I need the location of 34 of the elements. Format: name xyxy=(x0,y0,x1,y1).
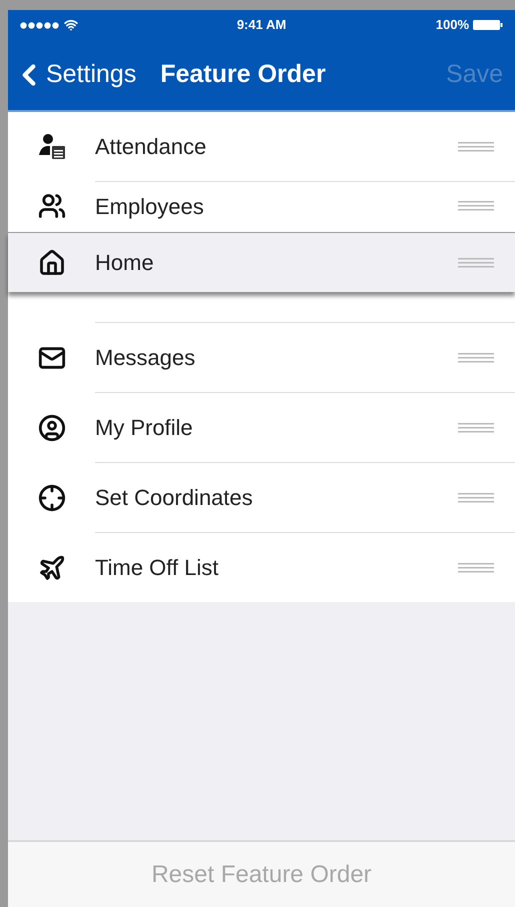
people-icon xyxy=(38,192,66,220)
drag-handle-icon[interactable] xyxy=(458,256,494,268)
profile-icon xyxy=(38,414,66,442)
battery-icon xyxy=(473,19,503,31)
feature-row[interactable]: Attendance xyxy=(8,112,515,181)
signal-icon xyxy=(20,22,60,28)
feature-row[interactable]: Time Off List xyxy=(8,533,515,602)
airplane-icon xyxy=(38,554,66,582)
feature-label: Set Coordinates xyxy=(95,484,254,512)
person-calendar-icon xyxy=(36,132,66,160)
drag-handle-icon[interactable] xyxy=(458,422,494,434)
feature-label: Messages xyxy=(95,344,196,372)
feature-label: Attendance xyxy=(95,133,208,161)
drag-handle-icon[interactable] xyxy=(458,200,494,212)
feature-row[interactable]: My Profile xyxy=(8,393,515,462)
feature-row[interactable]: Set Coordinates xyxy=(8,463,515,532)
drag-handle-icon[interactable] xyxy=(458,352,494,364)
house-icon xyxy=(38,248,66,276)
drag-handle-icon[interactable] xyxy=(458,562,494,574)
feature-label: Employees xyxy=(95,192,205,221)
feature-row[interactable]: Employees xyxy=(8,182,515,232)
feature-label: My Profile xyxy=(95,414,194,442)
screen-title: Feature Order xyxy=(160,59,327,90)
dragged-feature-row[interactable]: Home xyxy=(8,232,515,292)
feature-label: Home xyxy=(95,249,155,277)
drag-handle-icon[interactable] xyxy=(458,492,494,504)
feature-label: Time Off List xyxy=(95,554,220,582)
drag-handle-icon[interactable] xyxy=(458,140,494,152)
status-time: 9:41 AM xyxy=(236,16,286,34)
crosshair-icon xyxy=(38,484,66,512)
back-button[interactable]: Settings xyxy=(20,56,136,94)
battery-percent: 100% xyxy=(436,16,469,34)
wifi-icon xyxy=(64,18,78,32)
feature-row[interactable]: Messages xyxy=(8,323,515,392)
